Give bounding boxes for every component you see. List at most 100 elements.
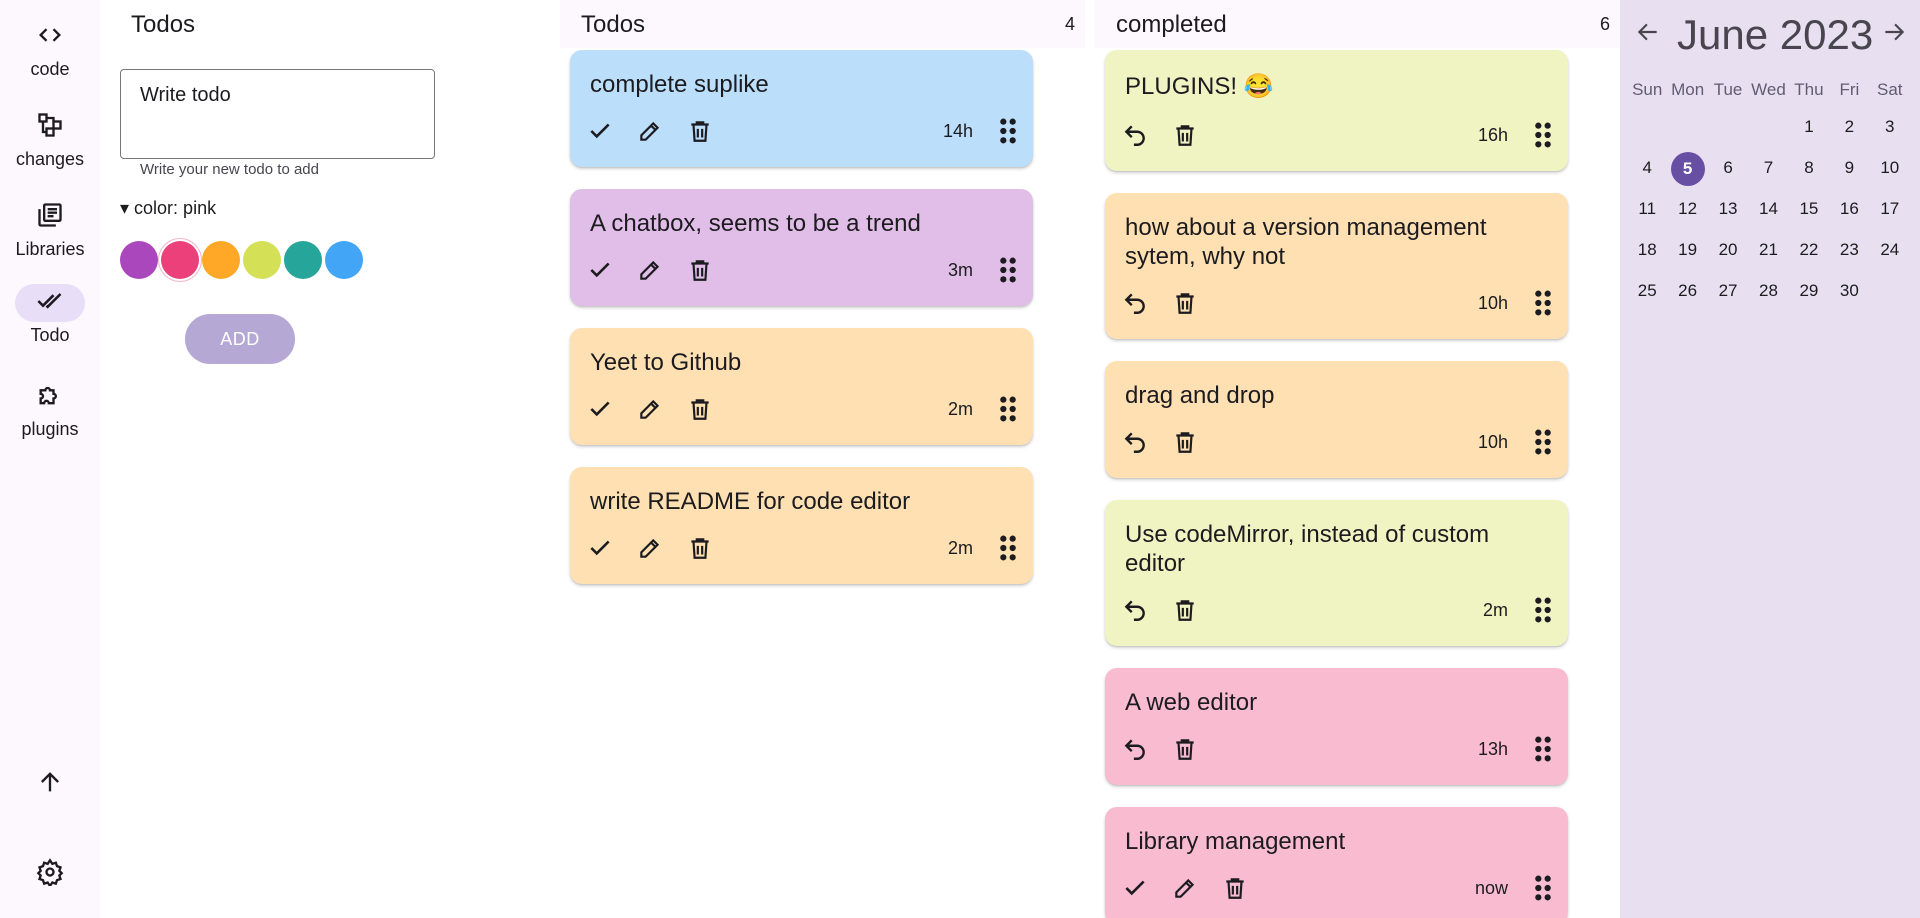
weekday-label: Sun bbox=[1632, 80, 1663, 99]
undo-button[interactable] bbox=[1115, 283, 1155, 323]
drag-handle-icon bbox=[1532, 289, 1554, 317]
swatch-purple[interactable] bbox=[120, 241, 158, 279]
todo-card[interactable]: complete suplike 14h bbox=[570, 50, 1033, 167]
calendar-day[interactable]: 27 bbox=[1708, 275, 1748, 307]
delete-button[interactable] bbox=[1215, 868, 1255, 908]
next-month-button[interactable] bbox=[1874, 14, 1914, 54]
delete-button[interactable] bbox=[680, 528, 720, 568]
swatch-teal[interactable] bbox=[284, 241, 322, 279]
calendar-day[interactable]: 21 bbox=[1748, 234, 1788, 266]
calendar-day-number: 13 bbox=[1718, 199, 1738, 218]
weekday-label: Thu bbox=[1794, 80, 1824, 99]
calendar-day[interactable]: 10 bbox=[1870, 152, 1910, 184]
delete-button[interactable] bbox=[680, 250, 720, 290]
todo-card[interactable]: Use codeMirror, instead of custom editor… bbox=[1105, 500, 1568, 646]
calendar-day[interactable]: 8 bbox=[1789, 152, 1829, 184]
nav-item-plugins[interactable]: plugins bbox=[0, 378, 100, 440]
scroll-top-button[interactable] bbox=[0, 768, 100, 801]
calendar-day[interactable]: 16 bbox=[1829, 193, 1869, 225]
calendar-day[interactable]: 28 bbox=[1748, 275, 1788, 307]
nav-item-libraries[interactable]: Libraries bbox=[0, 198, 100, 260]
swatch-blue[interactable] bbox=[325, 241, 363, 279]
swatch-orange[interactable] bbox=[202, 241, 240, 279]
undo-button[interactable] bbox=[1115, 590, 1155, 630]
todo-card[interactable]: how about a version management sytem, wh… bbox=[1105, 193, 1568, 339]
nav-item-todo[interactable]: Todo bbox=[0, 284, 100, 346]
drag-handle[interactable] bbox=[1528, 729, 1558, 769]
drag-handle[interactable] bbox=[1528, 115, 1558, 155]
calendar-day[interactable]: 5 bbox=[1667, 152, 1707, 186]
calendar-day[interactable]: 29 bbox=[1789, 275, 1829, 307]
calendar-day[interactable]: 15 bbox=[1789, 193, 1829, 225]
todo-card[interactable]: write README for code editor 2m bbox=[570, 467, 1033, 584]
edit-button[interactable] bbox=[1165, 868, 1205, 908]
delete-button[interactable] bbox=[1165, 283, 1205, 323]
complete-button[interactable] bbox=[580, 528, 620, 568]
todo-input[interactable]: Write todo bbox=[120, 69, 435, 159]
drag-handle[interactable] bbox=[993, 250, 1023, 290]
undo-button[interactable] bbox=[1115, 729, 1155, 769]
todo-card[interactable]: A web editor 13h bbox=[1105, 668, 1568, 785]
calendar-day[interactable]: 30 bbox=[1829, 275, 1869, 307]
calendar-day[interactable]: 4 bbox=[1627, 152, 1667, 184]
calendar-day[interactable]: 11 bbox=[1627, 193, 1667, 225]
drag-handle[interactable] bbox=[1528, 590, 1558, 630]
color-picker-toggle[interactable]: ▾ color: pink bbox=[120, 198, 216, 219]
add-button[interactable]: ADD bbox=[185, 314, 295, 364]
calendar-day-number: 25 bbox=[1637, 281, 1657, 300]
drag-handle[interactable] bbox=[1528, 868, 1558, 908]
calendar-day[interactable]: 2 bbox=[1829, 111, 1869, 143]
calendar-day[interactable]: 24 bbox=[1870, 234, 1910, 266]
calendar-day[interactable]: 18 bbox=[1627, 234, 1667, 266]
calendar-day[interactable]: 23 bbox=[1829, 234, 1869, 266]
calendar-day[interactable]: 3 bbox=[1870, 111, 1910, 143]
drag-handle[interactable] bbox=[993, 111, 1023, 151]
delete-button[interactable] bbox=[680, 389, 720, 429]
complete-button[interactable] bbox=[580, 250, 620, 290]
calendar-day[interactable]: 17 bbox=[1870, 193, 1910, 225]
todo-card[interactable]: PLUGINS! 😂 16h bbox=[1105, 50, 1568, 171]
swatch-lime[interactable] bbox=[243, 241, 281, 279]
calendar-day[interactable]: 20 bbox=[1708, 234, 1748, 266]
nav-item-changes[interactable]: changes bbox=[0, 108, 100, 170]
calendar-empty-cell bbox=[1627, 111, 1667, 143]
prev-month-button[interactable] bbox=[1628, 14, 1668, 54]
delete-button[interactable] bbox=[1165, 590, 1205, 630]
calendar-day[interactable]: 12 bbox=[1667, 193, 1707, 225]
todo-card[interactable]: drag and drop 10h bbox=[1105, 361, 1568, 478]
edit-button[interactable] bbox=[630, 250, 670, 290]
calendar-day[interactable]: 19 bbox=[1667, 234, 1707, 266]
delete-button[interactable] bbox=[1165, 729, 1205, 769]
drag-handle[interactable] bbox=[993, 389, 1023, 429]
calendar-day[interactable]: 6 bbox=[1708, 152, 1748, 184]
todo-card[interactable]: A chatbox, seems to be a trend 3m bbox=[570, 189, 1033, 306]
drag-handle[interactable] bbox=[993, 528, 1023, 568]
complete-button[interactable] bbox=[580, 111, 620, 151]
calendar-day[interactable]: 26 bbox=[1667, 275, 1707, 307]
drag-handle[interactable] bbox=[1528, 283, 1558, 323]
todo-card[interactable]: Library management now bbox=[1105, 807, 1568, 918]
nav-item-code[interactable]: code bbox=[0, 18, 100, 80]
calendar-day[interactable]: 14 bbox=[1748, 193, 1788, 225]
calendar-day[interactable]: 1 bbox=[1789, 111, 1829, 143]
edit-button[interactable] bbox=[630, 389, 670, 429]
delete-button[interactable] bbox=[680, 111, 720, 151]
todo-card[interactable]: Yeet to Github 2m bbox=[570, 328, 1033, 445]
calendar-day[interactable]: 7 bbox=[1748, 152, 1788, 184]
delete-button[interactable] bbox=[1165, 115, 1205, 155]
edit-button[interactable] bbox=[630, 528, 670, 568]
complete-button[interactable] bbox=[580, 389, 620, 429]
drag-handle[interactable] bbox=[1528, 422, 1558, 462]
calendar-day[interactable]: 22 bbox=[1789, 234, 1829, 266]
complete-button[interactable] bbox=[1115, 868, 1155, 908]
settings-button[interactable] bbox=[0, 858, 100, 891]
weekday-label: Tue bbox=[1713, 80, 1743, 99]
edit-button[interactable] bbox=[630, 111, 670, 151]
calendar-day[interactable]: 25 bbox=[1627, 275, 1667, 307]
calendar-day[interactable]: 13 bbox=[1708, 193, 1748, 225]
delete-button[interactable] bbox=[1165, 422, 1205, 462]
undo-button[interactable] bbox=[1115, 115, 1155, 155]
swatch-pink[interactable] bbox=[161, 241, 199, 279]
undo-button[interactable] bbox=[1115, 422, 1155, 462]
calendar-day[interactable]: 9 bbox=[1829, 152, 1869, 184]
